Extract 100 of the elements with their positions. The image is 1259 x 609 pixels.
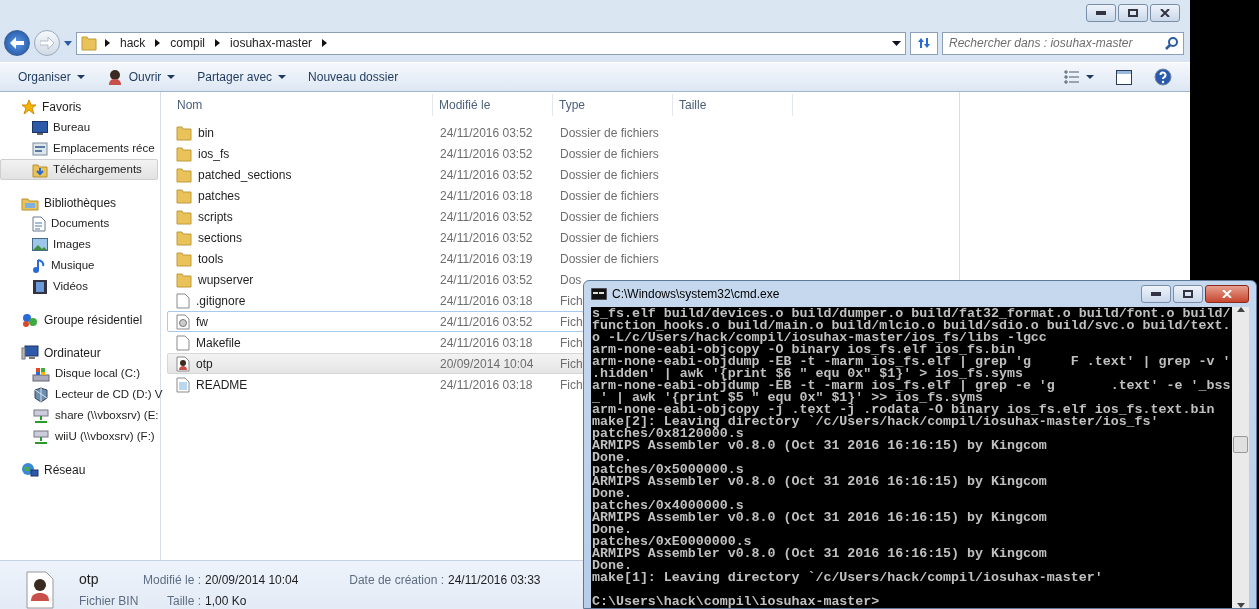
sidebar-item[interactable]: Disque local (C:) bbox=[0, 363, 158, 384]
console-line: make[1]: Leaving directory `/c/Users/hack/compil/iosuhax-master' bbox=[592, 572, 1104, 584]
field-label: Taille : bbox=[166, 593, 202, 609]
file-type: Fich bbox=[560, 355, 583, 373]
file-row[interactable]: wupserver 24/11/2016 03:52 Dos bbox=[167, 269, 583, 290]
sidebar-item[interactable]: Emplacements réce bbox=[0, 138, 158, 159]
console-line: s_fs.elf build/devices.o build/dumper.o build/fat32_format.o build/font.o build/ bbox=[592, 308, 1232, 320]
search-field[interactable]: Rechercher dans : iosuhax-master bbox=[942, 31, 1184, 55]
file-row[interactable]: fw 24/11/2016 03:52 Fich bbox=[167, 311, 584, 332]
scrollbar[interactable] bbox=[1232, 307, 1249, 608]
column-header[interactable]: Nom bbox=[161, 94, 433, 116]
modified-date: 24/11/2016 03:52 bbox=[440, 124, 534, 142]
file-name: Makefile bbox=[196, 334, 241, 352]
sidebar-item[interactable]: Téléchargements bbox=[0, 159, 158, 180]
sidebar-item[interactable]: Groupe résidentiel bbox=[0, 309, 158, 330]
file-row[interactable]: sections 24/11/2016 03:52 Dossier de fichiers bbox=[167, 227, 660, 248]
sidebar-item[interactable]: Vidéos bbox=[0, 276, 158, 297]
close-icon bbox=[1222, 290, 1232, 298]
console-line: patches/0x8120000.s bbox=[592, 428, 744, 440]
pane-icon bbox=[1116, 69, 1132, 85]
column-header[interactable]: Taille bbox=[673, 94, 793, 116]
file-type: Dossier de fichiers bbox=[560, 166, 659, 184]
file-row[interactable]: ios_fs 24/11/2016 03:52 Dossier de fichiers bbox=[167, 143, 660, 164]
maximize-icon bbox=[1183, 290, 1193, 298]
modified-date: 20/09/2014 10:04 bbox=[440, 355, 535, 373]
breadcrumb-item[interactable]: hack bbox=[118, 34, 148, 52]
file-name: scripts bbox=[198, 208, 233, 226]
terminal-icon bbox=[591, 288, 607, 300]
sidebar-item[interactable]: share (\\vboxsrv) (E: bbox=[0, 405, 160, 426]
console-line: patches/0x4000000.s bbox=[592, 500, 744, 512]
help-icon bbox=[1154, 68, 1172, 86]
file-row[interactable]: otp 20/09/2014 10:04 Fich bbox=[167, 353, 584, 374]
file-row[interactable]: Makefile 24/11/2016 03:18 Fich bbox=[167, 332, 584, 353]
sidebar-item[interactable]: Réseau bbox=[0, 459, 158, 480]
menu-button[interactable]: Ouvrir bbox=[98, 65, 184, 89]
file-name: patched_sections bbox=[198, 166, 292, 184]
console-line: .hidden' | awk '{print $6 " equ 0x" $1}' > ios_fs.syms bbox=[592, 368, 1023, 380]
console-line: arm-none-eabi-objcopy -O binary ios_fs.elf ios_fs.bin bbox=[592, 344, 1015, 356]
sidebar-item[interactable]: Lecteur de CD (D:) V bbox=[0, 384, 164, 405]
maximize-button[interactable] bbox=[1118, 4, 1148, 22]
history-dropdown[interactable] bbox=[64, 40, 72, 46]
drive-icon bbox=[32, 365, 50, 382]
column-header[interactable]: Modifié le bbox=[433, 94, 553, 116]
window-title: C:\Windows\system32\cmd.exe bbox=[612, 286, 781, 303]
sidebar-item[interactable]: Ordinateur bbox=[0, 342, 158, 363]
caret-icon bbox=[278, 75, 287, 79]
file-row[interactable]: patched_sections 24/11/2016 03:52 Dossier de fichiers bbox=[167, 164, 660, 185]
refresh-button[interactable] bbox=[910, 31, 938, 55]
figure-file-icon bbox=[176, 355, 190, 372]
file-type: Fich bbox=[560, 313, 583, 331]
monitor-icon bbox=[32, 120, 48, 135]
file-icon bbox=[176, 334, 190, 351]
music-note-icon bbox=[32, 257, 46, 274]
sidebar-item[interactable]: Bibliothèques bbox=[0, 192, 158, 213]
sidebar-item[interactable]: Bureau bbox=[0, 117, 158, 138]
sidebar-item[interactable]: Images bbox=[0, 234, 158, 255]
caret-icon bbox=[1086, 75, 1094, 79]
film-icon bbox=[32, 278, 48, 295]
console-line: _' | awk '{print $5 " equ 0x" $1}' >> ios_fs.syms bbox=[592, 392, 983, 404]
figure-file-icon bbox=[25, 570, 54, 609]
maximize-button[interactable] bbox=[1173, 285, 1203, 303]
file-row[interactable]: patches 24/11/2016 03:18 Dossier de fichiers bbox=[167, 185, 660, 206]
column-header[interactable]: Type bbox=[553, 94, 673, 116]
scroll-down-icon bbox=[1236, 603, 1245, 608]
field-value: 1,00 Ko bbox=[205, 593, 248, 609]
forward-arrow-icon bbox=[40, 37, 54, 49]
modified-date: 24/11/2016 03:18 bbox=[440, 292, 534, 310]
sidebar-item[interactable]: wiiU (\\vboxsrv) (F:) bbox=[0, 426, 158, 447]
file-row[interactable]: scripts 24/11/2016 03:52 Dossier de fichiers bbox=[167, 206, 660, 227]
breadcrumb-item[interactable]: compil bbox=[168, 34, 208, 52]
minimize-button[interactable] bbox=[1086, 4, 1116, 22]
back-button[interactable] bbox=[4, 30, 30, 56]
file-row[interactable]: tools 24/11/2016 03:19 Dossier de fichiers bbox=[167, 248, 660, 269]
address-bar[interactable]: hack compil iosuhax-master bbox=[76, 31, 906, 55]
sidebar-item[interactable]: Favoris bbox=[0, 96, 158, 117]
file-row[interactable]: .gitignore 24/11/2016 03:18 Fich bbox=[167, 290, 584, 311]
file-type: Fichier BIN bbox=[79, 593, 140, 609]
scrollbar-thumb[interactable] bbox=[1233, 436, 1248, 453]
figure-icon bbox=[106, 69, 123, 85]
download-folder-icon bbox=[32, 161, 48, 178]
file-row[interactable]: bin 24/11/2016 03:52 Dossier de fichiers bbox=[167, 122, 660, 143]
refresh-icon bbox=[917, 37, 931, 49]
sidebar-item[interactable]: Documents bbox=[0, 213, 158, 234]
menu-button[interactable]: Organiser bbox=[10, 65, 93, 89]
modified-date: 24/11/2016 03:18 bbox=[440, 376, 534, 394]
command-prompt[interactable]: C:\Users\hack\compil\iosuhax-master> bbox=[592, 596, 1232, 608]
file-name: patches bbox=[198, 187, 241, 205]
toolbar-button[interactable]: Nouveau dossier bbox=[300, 65, 407, 89]
text-file-icon bbox=[176, 376, 190, 393]
console-line: arm-none-eabi-objdump -EB -t -marm ios_fs.elf | grep 'g F .text' | grep -v ' bbox=[592, 356, 1232, 368]
close-button[interactable] bbox=[1150, 4, 1180, 22]
file-type: Fich bbox=[560, 376, 583, 394]
minimize-button[interactable] bbox=[1141, 285, 1171, 303]
menu-button[interactable]: Partager avec bbox=[189, 65, 295, 89]
file-icon bbox=[176, 292, 190, 309]
close-button[interactable] bbox=[1205, 285, 1249, 303]
file-type: Dos bbox=[560, 271, 582, 289]
sidebar-item[interactable]: Musique bbox=[0, 255, 158, 276]
file-row[interactable]: README 24/11/2016 03:18 Fich bbox=[167, 374, 584, 395]
breadcrumb-item[interactable]: iosuhax-master bbox=[228, 34, 315, 52]
